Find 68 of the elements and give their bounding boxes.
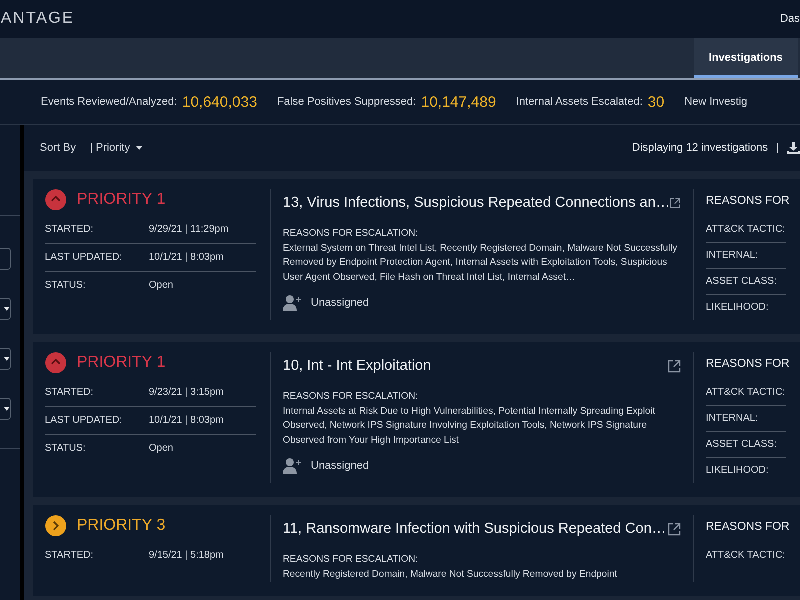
field-label: LIKELIHOOD:	[706, 301, 770, 315]
section-title: REASONS FOR	[706, 521, 790, 533]
field-value: 9/15/21 | 5:18pm	[149, 550, 224, 561]
stat-label: Events Reviewed/Analyzed:	[41, 96, 178, 108]
field-label: STARTED:	[45, 387, 95, 398]
sidebar-dropdown[interactable]	[0, 398, 11, 420]
priority-label: PRIORITY 1	[77, 354, 166, 372]
logo-text: ANTAGE	[1, 10, 75, 28]
download-icon[interactable]	[787, 142, 800, 154]
field-label: STATUS:	[45, 443, 87, 454]
result-count: Displaying 12 investigations	[632, 142, 768, 154]
priority-label: PRIORITY 3	[77, 517, 166, 535]
reasons-text: Internal Assets at Risk Due to High Vulnerabilities, Potential Internally Spreading Exploit Observed, Network IPS Signature Involving Exploitation Tools, Network IPS Signature Observed from Your High Importance List	[283, 404, 656, 448]
section-title: REASONS FOR	[706, 195, 790, 207]
sort-label: Sort By	[40, 142, 76, 154]
add-user-icon[interactable]	[283, 295, 303, 311]
caret-icon	[4, 357, 10, 361]
caret-icon	[136, 146, 144, 150]
reasons-text: External System on Threat Intel List, Recently Registered Domain, Malware Not Successfully Removed by Endpoint Protection Agent, Internal Assets with Exploitation Tools, Suspicious User Agent Observed, File Hash on Threat Intel List, Internal Asset…	[283, 242, 678, 284]
field-label: ASSET CLASS:	[706, 269, 786, 295]
stat-label: False Positives Suppressed:	[277, 96, 416, 108]
field-value: 9/23/21 | 3:15pm	[149, 387, 224, 398]
external-link-icon[interactable]	[668, 522, 681, 536]
field-label: INTERNAL:	[706, 243, 786, 269]
external-link-icon[interactable]	[668, 360, 681, 372]
field-label: STARTED:	[45, 550, 95, 561]
nav-link[interactable]: Das	[780, 13, 800, 25]
nav-tab[interactable]: Investigations	[694, 38, 798, 78]
reasons-text: Recently Registered Domain, Malware Not Successfully Removed by Endpoint	[283, 568, 618, 582]
field-value: Open	[149, 443, 174, 454]
caret-icon	[4, 307, 10, 311]
separator-text: |	[776, 142, 779, 154]
reasons-label: REASONS FOR ESCALATION:	[283, 390, 420, 404]
field-value: Open	[149, 280, 174, 291]
field-label: ATT&CK TACTIC:	[706, 380, 786, 406]
sidebar-dropdown[interactable]	[0, 298, 11, 320]
field-label: STARTED:	[45, 224, 95, 235]
field-label: LIKELIHOOD:	[706, 464, 770, 478]
field-label: INTERNAL:	[706, 406, 786, 432]
stat-value: 10,147,489	[421, 94, 496, 110]
sidebar-dropdown[interactable]	[0, 348, 11, 370]
field-value: 9/29/21 | 11:29pm	[149, 224, 229, 235]
field-value: 10/1/21 | 8:03pm	[149, 415, 224, 426]
assignee-text: Unassigned	[311, 460, 370, 472]
assignee-text: Unassigned	[311, 297, 370, 309]
reasons-label: REASONS FOR ESCALATION:	[283, 227, 420, 241]
investigation-title[interactable]: 11, Ransomware Infection with Suspicious Repeated Con…	[283, 521, 666, 537]
stat-label: New Investig	[684, 96, 748, 108]
field-label: ASSET CLASS:	[706, 432, 786, 458]
add-user-icon[interactable]	[283, 458, 303, 474]
investigation-title[interactable]: 13, Virus Infections, Suspicious Repeated Connections an…	[283, 195, 670, 211]
caret-icon	[4, 407, 10, 411]
stat-value: 30	[648, 94, 665, 110]
stat-label: Internal Assets Escalated:	[516, 96, 643, 108]
field-label: LAST UPDATED:	[45, 415, 124, 426]
field-label: ATT&CK TACTIC:	[706, 549, 786, 563]
priority-label: PRIORITY 1	[77, 191, 166, 209]
field-label: STATUS:	[45, 280, 87, 291]
field-value: 10/1/21 | 8:03pm	[149, 252, 224, 263]
section-title: REASONS FOR	[706, 358, 790, 370]
field-label: ATT&CK TACTIC:	[706, 217, 786, 243]
reasons-label: REASONS FOR ESCALATION:	[283, 553, 420, 567]
stat-value: 10,640,033	[182, 94, 258, 110]
sidebar-field[interactable]	[0, 248, 11, 270]
investigation-title[interactable]: 10, Int - Int Exploitation	[283, 358, 432, 374]
field-label: LAST UPDATED:	[45, 252, 124, 263]
sort-dropdown[interactable]: | Priority	[90, 142, 144, 154]
external-link-icon[interactable]	[670, 196, 681, 210]
